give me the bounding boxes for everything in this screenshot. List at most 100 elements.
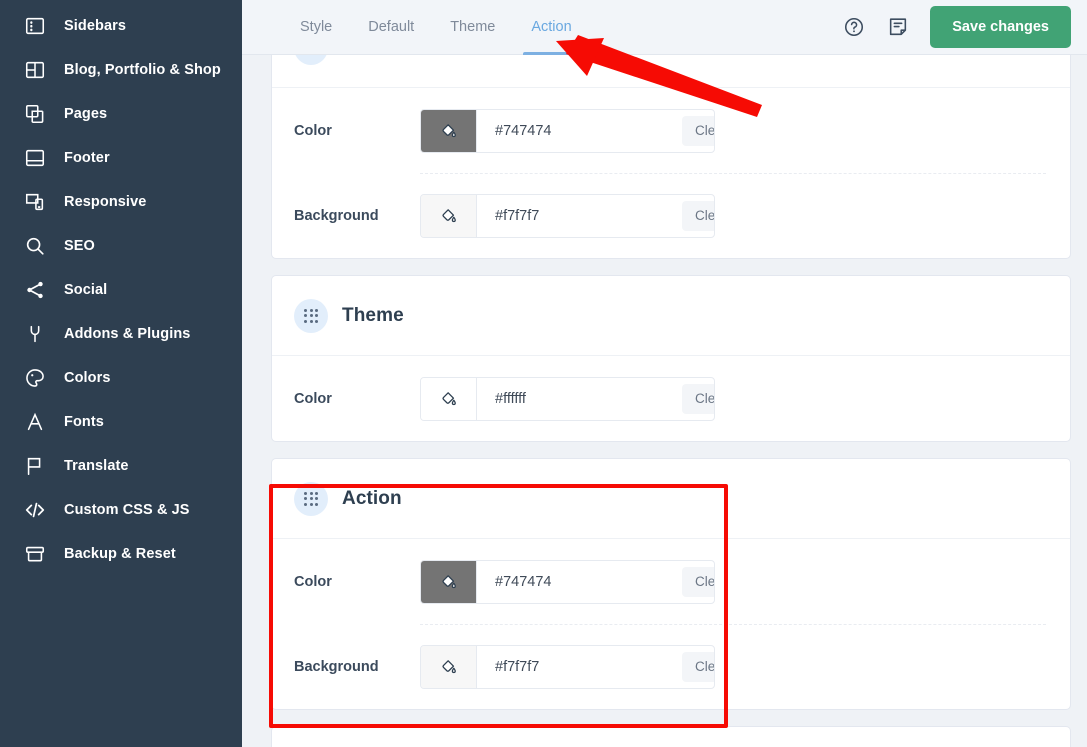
- sidebar-item-label: Blog, Portfolio & Shop: [64, 62, 221, 78]
- card-next-partial: [272, 727, 1070, 747]
- color-value-input[interactable]: [477, 194, 682, 237]
- color-swatch-button[interactable]: [421, 645, 477, 688]
- sidebar-item-label: Social: [64, 282, 108, 298]
- sidebar-item-social[interactable]: Social: [0, 268, 242, 312]
- tab-theme[interactable]: Theme: [432, 0, 513, 55]
- tab-default[interactable]: Default: [350, 0, 432, 55]
- sidebar-item-seo[interactable]: SEO: [0, 224, 242, 268]
- sidebar-item-pages[interactable]: Pages: [0, 92, 242, 136]
- field-label: Color: [294, 122, 332, 139]
- sidebar-item-footer[interactable]: Footer: [0, 136, 242, 180]
- card-header: Default: [272, 55, 1070, 88]
- sidebar-item-label: Colors: [64, 370, 111, 386]
- tab-bar: Style Default Theme Action: [282, 0, 590, 55]
- sidebar-item-label: Backup & Reset: [64, 546, 176, 562]
- tab-style[interactable]: Style: [282, 0, 350, 55]
- sidebar: Sidebars Blog, Portfolio & Shop Pages Fo…: [0, 0, 242, 747]
- color-value-input[interactable]: [477, 560, 682, 603]
- sidebar-item-blog-portfolio-shop[interactable]: Blog, Portfolio & Shop: [0, 48, 242, 92]
- card-action: Action Color Clear: [272, 459, 1070, 709]
- drag-handle-icon[interactable]: [294, 481, 328, 516]
- plug-icon: [22, 321, 48, 347]
- font-icon: [22, 409, 48, 435]
- help-circle-icon[interactable]: [842, 15, 866, 39]
- palette-icon: [22, 365, 48, 391]
- color-value-input[interactable]: [477, 645, 682, 688]
- card-title: Default: [342, 55, 407, 59]
- responsive-icon: [22, 189, 48, 215]
- main-area: Style Default Theme Action Save changes …: [242, 0, 1087, 747]
- drag-handle-icon[interactable]: [294, 298, 328, 333]
- field-row: Color Clear: [272, 539, 1070, 624]
- color-control: Clear: [420, 193, 715, 238]
- share-icon: [22, 277, 48, 303]
- color-control: Clear: [420, 644, 715, 689]
- sidebar-item-backup-reset[interactable]: Backup & Reset: [0, 532, 242, 576]
- color-swatch-button[interactable]: [421, 194, 477, 237]
- header-actions: Save changes: [842, 6, 1087, 48]
- card-theme: Theme Color Clear: [272, 276, 1070, 441]
- color-control: Clear: [420, 108, 715, 153]
- sidebar-item-label: Translate: [64, 458, 129, 474]
- tab-label: Theme: [450, 19, 496, 35]
- sidebars-icon: [22, 13, 48, 39]
- color-value-input[interactable]: [477, 377, 682, 420]
- color-swatch-button[interactable]: [421, 377, 477, 420]
- color-value-input[interactable]: [477, 109, 682, 152]
- tab-label: Action: [531, 19, 572, 35]
- field-row: Color Clear: [272, 356, 1070, 441]
- sidebar-item-label: Addons & Plugins: [64, 326, 191, 342]
- sidebar-item-label: Footer: [64, 150, 110, 166]
- card-header: Theme: [272, 276, 1070, 356]
- field-label: Color: [294, 573, 332, 590]
- tab-label: Style: [300, 19, 333, 35]
- clear-button[interactable]: Clear: [682, 566, 714, 597]
- pages-icon: [22, 101, 48, 127]
- sidebar-item-colors[interactable]: Colors: [0, 356, 242, 400]
- sidebar-item-label: Custom CSS & JS: [64, 502, 190, 518]
- sidebar-item-label: Pages: [64, 106, 108, 122]
- sidebar-item-label: SEO: [64, 238, 95, 254]
- field-label: Background: [294, 658, 379, 675]
- sidebar-item-label: Fonts: [64, 414, 104, 430]
- sidebar-item-label: Responsive: [64, 194, 147, 210]
- clear-button[interactable]: Clear: [682, 383, 714, 414]
- sidebar-item-custom-css-js[interactable]: Custom CSS & JS: [0, 488, 242, 532]
- sidebar-item-fonts[interactable]: Fonts: [0, 400, 242, 444]
- tab-label: Default: [368, 19, 415, 35]
- scroll-container: Default Color Clear: [272, 55, 1070, 747]
- color-control: Clear: [420, 376, 715, 421]
- card-title: Action: [342, 487, 402, 509]
- search-icon: [22, 233, 48, 259]
- clear-button[interactable]: Clear: [682, 651, 714, 682]
- clear-button[interactable]: Clear: [682, 200, 714, 231]
- color-swatch-button[interactable]: [421, 109, 477, 152]
- field-label: Color: [294, 390, 332, 407]
- card-title: Theme: [342, 304, 404, 326]
- field-label: Background: [294, 207, 379, 224]
- sidebar-item-translate[interactable]: Translate: [0, 444, 242, 488]
- field-row: Color Clear: [272, 88, 1070, 173]
- tab-action[interactable]: Action: [513, 0, 589, 55]
- field-row: Background Clear: [272, 173, 1070, 258]
- card-header: Action: [272, 459, 1070, 539]
- field-row: Background Clear: [272, 624, 1070, 709]
- drag-handle-icon[interactable]: [294, 55, 328, 65]
- color-swatch-button[interactable]: [421, 560, 477, 603]
- code-icon: [22, 497, 48, 523]
- sidebar-item-label: Sidebars: [64, 18, 127, 34]
- top-header: Style Default Theme Action Save changes: [242, 0, 1087, 55]
- layout-icon: [22, 57, 48, 83]
- sidebar-item-addons-plugins[interactable]: Addons & Plugins: [0, 312, 242, 356]
- footer-icon: [22, 145, 48, 171]
- sidebar-item-sidebars[interactable]: Sidebars: [0, 4, 242, 48]
- note-icon[interactable]: [886, 15, 910, 39]
- sidebar-item-responsive[interactable]: Responsive: [0, 180, 242, 224]
- clear-button[interactable]: Clear: [682, 115, 714, 146]
- color-control: Clear: [420, 559, 715, 604]
- save-changes-button[interactable]: Save changes: [930, 6, 1071, 48]
- settings-content: Default Color Clear: [242, 55, 1087, 747]
- flag-icon: [22, 453, 48, 479]
- card-default: Default Color Clear: [272, 55, 1070, 258]
- archive-icon: [22, 541, 48, 567]
